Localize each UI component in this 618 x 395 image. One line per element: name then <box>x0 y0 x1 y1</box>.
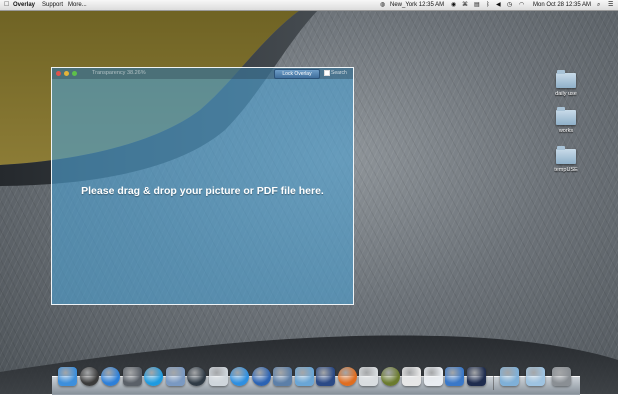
world-clock[interactable]: New_York 12:35 AM <box>390 0 444 10</box>
wifi-icon[interactable]: ◠ <box>519 0 524 10</box>
screenshot-icon[interactable] <box>208 367 228 386</box>
google-earth-icon[interactable] <box>251 367 271 386</box>
folder-label: tempUSE <box>554 167 578 173</box>
folder-label: works <box>558 128 574 134</box>
firefox-icon[interactable] <box>337 367 357 386</box>
lock-overlay-button[interactable]: Lock Overlay <box>274 69 320 79</box>
more-menu[interactable]: More... <box>68 0 87 10</box>
desktop-folder-tempuse[interactable]: tempUSE <box>548 146 584 173</box>
search-option[interactable]: Search <box>324 69 347 78</box>
folder-label: daily use <box>555 91 577 97</box>
terminal-icon[interactable] <box>466 367 486 386</box>
xcode-icon[interactable] <box>273 367 292 386</box>
dashboard-icon[interactable] <box>79 367 99 386</box>
dock <box>52 362 580 395</box>
transparency-slider-label[interactable]: Transparency 38.26% <box>92 69 146 78</box>
color-picker-icon[interactable] <box>380 367 400 386</box>
overlay-icon[interactable] <box>359 367 378 386</box>
skype-icon[interactable] <box>144 367 163 386</box>
webcam-icon[interactable] <box>187 367 206 386</box>
datetime[interactable]: Mon Oct 28 12:35 AM <box>533 0 591 10</box>
status-icon-1[interactable]: ◉ <box>451 0 456 10</box>
folder-icon <box>556 107 576 125</box>
documents-folder-icon[interactable] <box>526 367 545 386</box>
zoom-icon[interactable] <box>72 71 77 76</box>
overlay-titlebar[interactable]: Transparency 38.26% Lock Overlay Search <box>52 68 353 79</box>
mail-icon[interactable] <box>294 367 314 386</box>
folder-icon <box>556 146 576 164</box>
support-menu[interactable]: Support <box>42 0 63 10</box>
app-menu[interactable]: Overlay <box>13 0 35 10</box>
trash-icon[interactable] <box>552 367 571 386</box>
overlay-window[interactable]: Transparency 38.26% Lock Overlay Search … <box>51 67 354 305</box>
desktop-folder-works[interactable]: works <box>548 107 584 134</box>
flag-icon[interactable]: ▤ <box>474 0 480 10</box>
globe-icon[interactable]: ◍ <box>380 0 385 10</box>
launchpad-icon[interactable] <box>122 367 142 386</box>
menu-bar:  Overlay Support More... ◍ New_York 12:… <box>0 0 618 11</box>
itunes-icon[interactable] <box>101 367 120 386</box>
notification-icon[interactable]: ☰ <box>608 0 613 10</box>
time-machine-icon[interactable]: ◷ <box>507 0 512 10</box>
minimize-icon[interactable] <box>64 71 69 76</box>
app-store-icon[interactable] <box>230 367 249 386</box>
script-icon[interactable] <box>445 367 464 386</box>
close-icon[interactable] <box>56 71 61 76</box>
folder-icon <box>556 70 576 88</box>
dock-separator <box>493 370 494 390</box>
downloads-folder-icon[interactable] <box>500 367 519 386</box>
search-checkbox[interactable] <box>324 69 330 76</box>
status-icon-2[interactable]: ⌘ <box>462 0 468 10</box>
volume-icon[interactable]: ◀ <box>496 0 501 10</box>
finder-icon[interactable] <box>58 367 77 386</box>
search-option-label: Search <box>331 70 347 76</box>
preview-icon[interactable] <box>165 367 185 386</box>
bluetooth-icon[interactable]: ᛒ <box>486 0 490 10</box>
apple-menu-icon[interactable]:  <box>4 0 9 10</box>
pdf-icon[interactable] <box>402 367 421 386</box>
desktop-folder-daily-use[interactable]: daily use <box>548 70 584 97</box>
instruments-icon[interactable] <box>316 367 335 386</box>
textedit-icon[interactable] <box>423 367 443 386</box>
spotlight-icon[interactable]: ⌕ <box>597 0 600 10</box>
drop-zone-hint: Please drag & drop your picture or PDF f… <box>81 185 324 197</box>
